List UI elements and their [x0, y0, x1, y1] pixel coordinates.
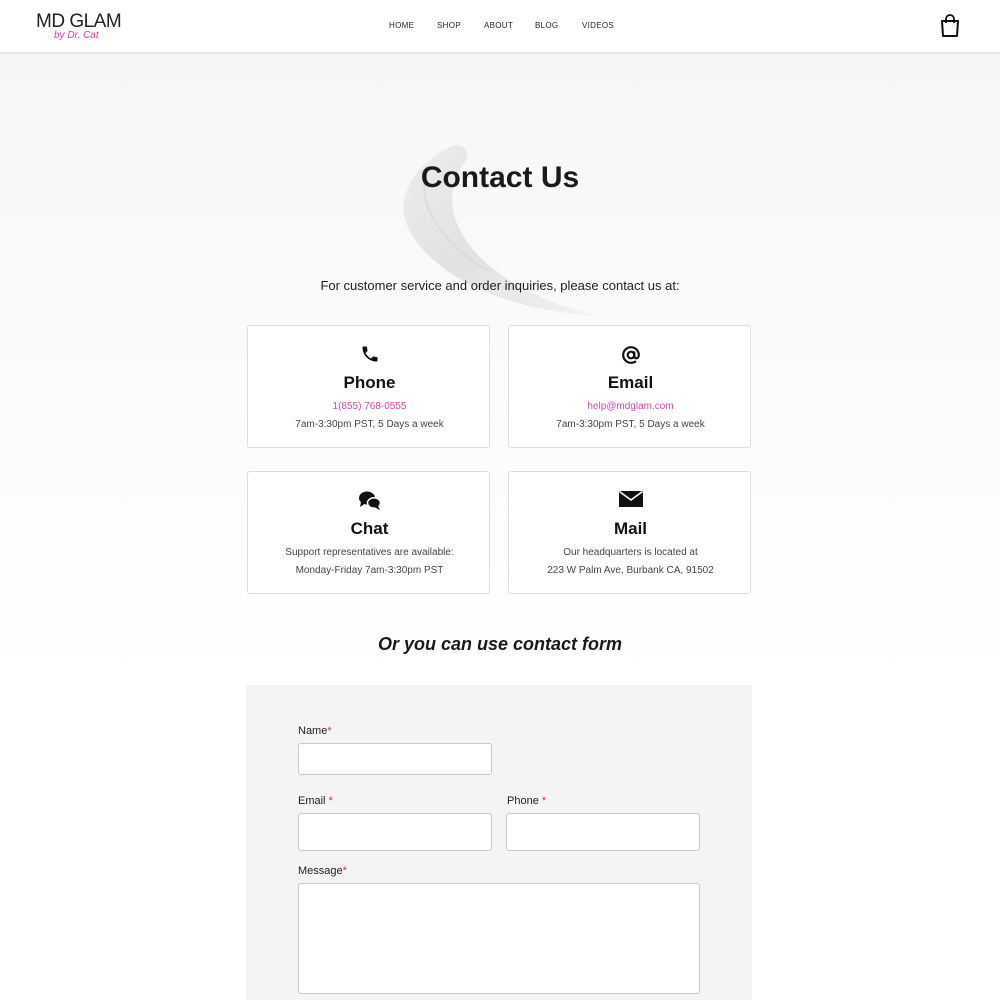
- nav-home[interactable]: HOME: [389, 21, 414, 31]
- chat-card: Chat Support representatives are availab…: [247, 471, 490, 594]
- message-field[interactable]: [298, 883, 700, 994]
- intro-text: For customer service and order inquiries…: [320, 278, 680, 293]
- phone-hours: 7am-3:30pm PST, 5 Days a week: [295, 419, 444, 430]
- email-hours: 7am-3:30pm PST, 5 Days a week: [556, 419, 705, 430]
- required-mark: *: [342, 865, 347, 877]
- required-mark: *: [541, 795, 547, 807]
- contact-form: Name* Email * Phone * Message*: [246, 685, 752, 1000]
- phone-icon: [248, 344, 491, 366]
- message-label-text: Message: [298, 865, 343, 877]
- mail-address: 223 W Palm Ave, Burbank CA, 91502: [547, 565, 714, 576]
- email-label: Email *: [298, 795, 333, 808]
- phone-number-link[interactable]: 1(855) 768-0555: [248, 401, 491, 413]
- shopping-bag-icon[interactable]: [940, 14, 960, 38]
- chat-bubbles-icon: [248, 490, 491, 512]
- nav-videos[interactable]: VIDEOS: [582, 21, 614, 31]
- name-label-text: Name: [298, 725, 328, 737]
- chat-availability: Support representatives are available:: [285, 547, 454, 558]
- mail-card: Mail Our headquarters is located at 223 …: [508, 471, 751, 594]
- hero-section: [0, 52, 1000, 692]
- chat-hours: Monday-Friday 7am-3:30pm PST: [295, 565, 444, 576]
- name-field[interactable]: [298, 743, 492, 775]
- email-link[interactable]: help@mdglam.com: [509, 401, 752, 413]
- email-card: Email help@mdglam.com 7am-3:30pm PST, 5 …: [508, 325, 751, 448]
- mail-intro: Our headquarters is located at: [563, 547, 698, 558]
- required-mark: *: [328, 795, 333, 807]
- at-sign-icon: [509, 344, 752, 366]
- contact-form-heading: Or you can use contact form: [377, 634, 623, 654]
- phone-field[interactable]: [506, 813, 700, 851]
- card-title: Chat: [350, 519, 389, 538]
- name-label: Name*: [298, 725, 332, 738]
- phone-label: Phone *: [507, 795, 546, 808]
- envelope-icon: [509, 490, 752, 512]
- page-title: Contact Us: [420, 161, 580, 194]
- nav-shop[interactable]: SHOP: [437, 21, 461, 31]
- email-label-text: Email: [298, 795, 326, 807]
- site-header: MD GLAM by Dr. Cat HOME SHOP ABOUT BLOG …: [0, 0, 1000, 52]
- required-mark: *: [327, 725, 332, 737]
- phone-label-text: Phone: [507, 795, 539, 807]
- card-title: Mail: [613, 519, 648, 538]
- nav-blog[interactable]: BLOG: [535, 21, 558, 31]
- nav-about[interactable]: ABOUT: [484, 21, 513, 31]
- card-title: Phone: [343, 373, 396, 392]
- email-field[interactable]: [298, 813, 492, 851]
- message-label: Message*: [298, 865, 347, 878]
- phone-card: Phone 1(855) 768-0555 7am-3:30pm PST, 5 …: [247, 325, 490, 448]
- card-title: Email: [607, 373, 654, 392]
- main-nav: HOME SHOP ABOUT BLOG VIDEOS: [0, 21, 1000, 33]
